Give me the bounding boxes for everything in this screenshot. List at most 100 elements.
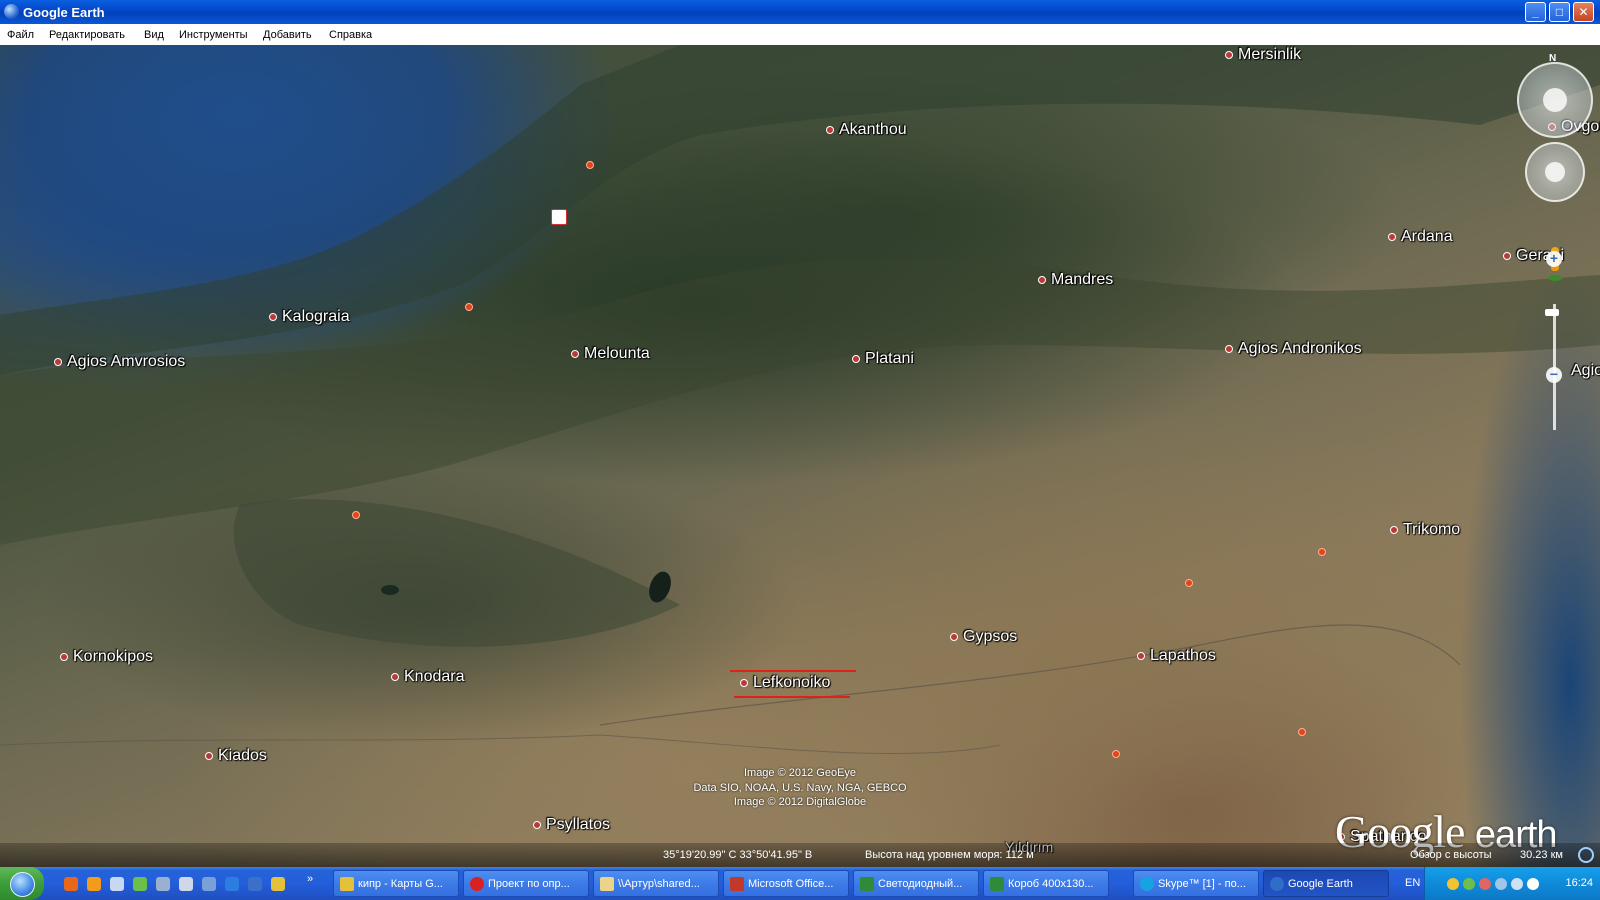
map-view[interactable]: Mersinlik Akanthou Ovgoros Ardana Gerani… — [0, 45, 1600, 867]
streaming-indicator-icon — [1578, 847, 1594, 863]
place-agios[interactable]: Agios — [1571, 362, 1600, 380]
excel-icon — [990, 877, 1004, 891]
taskbar: » кипр - Карты G... Проект по опр... \\А… — [0, 867, 1600, 900]
quicklaunch-network-icon[interactable] — [110, 877, 124, 891]
youtube-icon[interactable] — [551, 209, 567, 225]
tray-icon[interactable] — [1495, 878, 1507, 890]
task-excel-1[interactable]: Светодиодный... — [853, 870, 979, 897]
minimize-button[interactable]: _ — [1525, 2, 1546, 22]
move-joystick[interactable] — [1525, 142, 1585, 202]
quicklaunch-expand-icon[interactable]: » — [307, 873, 313, 885]
place-ardana[interactable]: Ardana — [1388, 228, 1453, 246]
task-opera[interactable]: Проект по опр... — [463, 870, 589, 897]
quicklaunch-firefox-icon[interactable] — [64, 877, 78, 891]
clock[interactable]: 16:24 — [1565, 877, 1593, 889]
menu-help[interactable]: Справка — [329, 29, 372, 41]
placemark-dot-icon — [740, 678, 748, 687]
placemark-dot-icon — [852, 354, 860, 363]
placemark-dot-icon — [1390, 525, 1398, 534]
quicklaunch-utility-icon[interactable] — [133, 877, 147, 891]
place-platani[interactable]: Platani — [852, 350, 914, 368]
place-akanthou[interactable]: Akanthou — [826, 121, 907, 139]
placemark-dot-icon — [1503, 251, 1511, 260]
place-agios-andronikos[interactable]: Agios Andronikos — [1225, 340, 1362, 358]
place-trikomo[interactable]: Trikomo — [1390, 521, 1460, 539]
place-lapathos[interactable]: Lapathos — [1137, 647, 1216, 665]
tray-icon[interactable] — [1463, 878, 1475, 890]
hand-icon[interactable] — [1545, 162, 1565, 182]
quicklaunch-chrome-icon[interactable] — [271, 877, 285, 891]
zoom-in-button[interactable]: + — [1546, 251, 1562, 267]
imagery-credit-1: Image © 2012 GeoEye — [743, 767, 857, 779]
menu-file[interactable]: Файл — [7, 29, 34, 41]
quicklaunch-explorer-icon[interactable] — [156, 877, 170, 891]
task-excel-2[interactable]: Короб 400х130... — [983, 870, 1109, 897]
eye-altitude-label: Обзор с высоты — [1410, 849, 1492, 861]
google-earth-icon — [1270, 877, 1284, 891]
tray-icon[interactable] — [1447, 878, 1459, 890]
quicklaunch-ie-icon[interactable] — [225, 877, 239, 891]
task-skype[interactable]: Skype™ [1] - по... — [1133, 870, 1259, 897]
task-office[interactable]: Microsoft Office... — [723, 870, 849, 897]
imagery-credit-2: Data SIO, NOAA, U.S. Navy, NGA, GEBCO — [693, 782, 907, 794]
chrome-icon — [340, 877, 354, 891]
menu-tools[interactable]: Инструменты — [179, 29, 248, 41]
windows-orb-icon — [10, 872, 35, 897]
placemark-dot-icon — [1225, 50, 1233, 59]
volume-icon[interactable] — [1527, 878, 1539, 890]
menu-add[interactable]: Добавить — [263, 29, 312, 41]
place-kiados[interactable]: Kiados — [205, 747, 267, 765]
poi-marker-icon[interactable] — [1318, 548, 1326, 556]
place-psyllatos[interactable]: Psyllatos — [533, 816, 610, 834]
poi-marker-icon[interactable] — [1298, 728, 1306, 736]
place-kalograia[interactable]: Kalograia — [269, 308, 350, 326]
poi-marker-icon[interactable] — [465, 303, 473, 311]
poi-marker-icon[interactable] — [1185, 579, 1193, 587]
quicklaunch-tool-icon[interactable] — [202, 877, 216, 891]
eye-altitude-value: 30.23 км — [1520, 849, 1563, 861]
quicklaunch-save-icon[interactable] — [179, 877, 193, 891]
poi-marker-icon[interactable] — [352, 511, 360, 519]
status-bar: 35°19'20.99" С 33°50'41.95" В Высота над… — [0, 843, 1600, 867]
zoom-slider-thumb[interactable] — [1545, 309, 1559, 316]
task-explorer[interactable]: \\Артур\shared... — [593, 870, 719, 897]
place-agios-amvrosios[interactable]: Agios Amvrosios — [54, 353, 185, 371]
title-bar: Google Earth _ □ ✕ — [0, 0, 1600, 24]
place-kornokipos[interactable]: Kornokipos — [60, 648, 153, 666]
highlight-underline-bottom — [734, 696, 850, 698]
placemark-dot-icon — [1388, 232, 1396, 241]
poi-marker-icon[interactable] — [586, 161, 594, 169]
look-joystick[interactable] — [1517, 62, 1593, 138]
place-gypsos[interactable]: Gypsos — [950, 628, 1017, 646]
terrain-overlay — [0, 45, 1600, 755]
place-lefkonoiko[interactable]: Lefkonoiko — [740, 674, 830, 692]
close-button[interactable]: ✕ — [1573, 2, 1594, 22]
folder-icon — [600, 877, 614, 891]
task-chrome[interactable]: кипр - Карты G... — [333, 870, 459, 897]
eye-icon[interactable] — [1543, 88, 1567, 112]
cursor-elevation: Высота над уровнем моря: 112 м — [865, 849, 1034, 861]
system-tray: 16:24 — [1424, 867, 1600, 900]
menu-view[interactable]: Вид — [144, 29, 164, 41]
highlight-underline-top — [730, 670, 856, 672]
quicklaunch-word-icon[interactable] — [248, 877, 262, 891]
imagery-credit-3: Image © 2012 DigitalGlobe — [733, 796, 867, 808]
window-title: Google Earth — [23, 5, 105, 20]
placemark-dot-icon — [269, 312, 277, 321]
cursor-coordinates: 35°19'20.99" С 33°50'41.95" В — [663, 849, 813, 861]
place-melounta[interactable]: Melounta — [571, 345, 650, 363]
start-button[interactable] — [0, 867, 44, 900]
language-indicator[interactable]: EN — [1405, 877, 1420, 889]
maximize-button[interactable]: □ — [1549, 2, 1570, 22]
zoom-out-button[interactable]: − — [1546, 367, 1562, 383]
task-google-earth[interactable]: Google Earth — [1263, 870, 1389, 897]
tray-icon[interactable] — [1479, 878, 1491, 890]
menu-edit[interactable]: Редактировать — [49, 29, 125, 41]
placemark-dot-icon — [205, 751, 213, 760]
network-icon[interactable] — [1511, 878, 1523, 890]
place-knodara[interactable]: Knodara — [391, 668, 465, 686]
place-mandres[interactable]: Mandres — [1038, 271, 1113, 289]
poi-marker-icon[interactable] — [1112, 750, 1120, 758]
quicklaunch-vlc-icon[interactable] — [87, 877, 101, 891]
place-mersinlik[interactable]: Mersinlik — [1225, 46, 1301, 64]
